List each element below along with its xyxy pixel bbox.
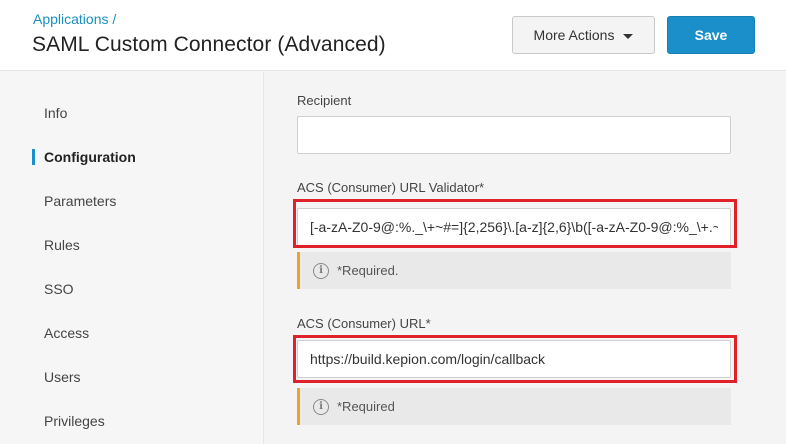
acs-url-label: ACS (Consumer) URL*: [297, 316, 431, 331]
recipient-input[interactable]: [297, 116, 731, 154]
sidebar-item-access[interactable]: Access: [44, 325, 89, 341]
save-button[interactable]: Save: [667, 16, 755, 54]
configuration-form: Recipient ACS (Consumer) URL Validator* …: [265, 72, 786, 444]
sidebar-item-rules[interactable]: Rules: [44, 237, 80, 253]
sidebar-item-info[interactable]: Info: [44, 105, 67, 121]
acs-url-hint: i *Required: [297, 388, 731, 425]
acs-validator-hint: i *Required.: [297, 252, 731, 289]
info-icon: i: [313, 398, 329, 415]
active-nav-indicator: [32, 149, 35, 165]
page-header: Applications / SAML Custom Connector (Ad…: [0, 0, 786, 71]
acs-url-hint-text: *Required: [337, 399, 395, 414]
sidebar-item-sso[interactable]: SSO: [44, 281, 74, 297]
recipient-label: Recipient: [297, 93, 352, 108]
sidebar-nav: Info Configuration Parameters Rules SSO …: [0, 72, 264, 444]
acs-url-input[interactable]: [297, 340, 731, 378]
sidebar-item-users[interactable]: Users: [44, 369, 81, 385]
acs-validator-label: ACS (Consumer) URL Validator*: [297, 180, 485, 195]
sidebar-item-configuration[interactable]: Configuration: [44, 149, 136, 165]
sidebar-item-privileges[interactable]: Privileges: [44, 413, 105, 429]
sidebar-item-parameters[interactable]: Parameters: [44, 193, 116, 209]
info-icon: i: [313, 262, 329, 279]
chevron-down-icon: [623, 33, 634, 39]
more-actions-button[interactable]: More Actions: [512, 16, 655, 54]
acs-validator-hint-text: *Required.: [337, 263, 399, 278]
more-actions-label: More Actions: [533, 27, 615, 43]
page-title: SAML Custom Connector (Advanced): [32, 33, 386, 56]
acs-validator-input[interactable]: [297, 208, 731, 246]
breadcrumb-applications[interactable]: Applications /: [33, 11, 116, 27]
